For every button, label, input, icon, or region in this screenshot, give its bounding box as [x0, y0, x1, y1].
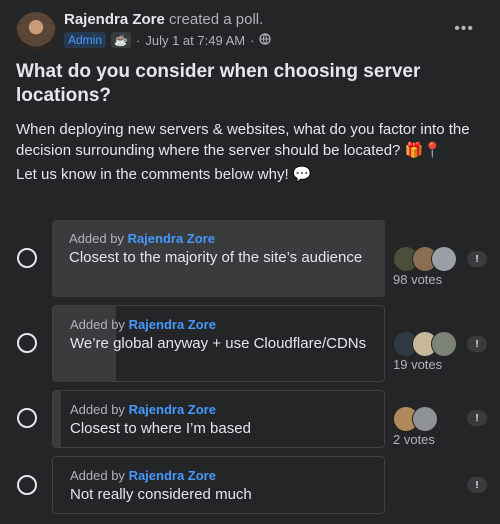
voter-avatar[interactable]: [412, 406, 438, 432]
coffee-cup-icon[interactable]: ☕: [111, 32, 132, 48]
vote-count[interactable]: 98 votes: [393, 272, 442, 287]
post-action: created a poll.: [169, 11, 264, 28]
added-by-name[interactable]: Rajendra Zore: [128, 231, 215, 246]
globe-icon: [259, 32, 272, 48]
info-icon[interactable]: !: [467, 410, 487, 426]
added-by-name[interactable]: Rajendra Zore: [129, 317, 216, 332]
meta-separator: ·: [136, 32, 141, 48]
poll-option: Added by Rajendra Zore Not really consid…: [0, 456, 500, 514]
added-by-name[interactable]: Rajendra Zore: [129, 468, 216, 483]
vote-bar: [53, 391, 61, 447]
option-label: Not really considered much: [70, 486, 252, 503]
option-label: Closest to where I’m based: [70, 420, 251, 437]
more-options-button[interactable]: •••: [454, 20, 474, 38]
option-box[interactable]: Added by Rajendra Zore Closest to the ma…: [52, 220, 385, 297]
option-box[interactable]: Added by Rajendra Zore We’re global anyw…: [52, 305, 385, 382]
post-header: Rajendra Zore created a poll.: [64, 11, 263, 28]
author-name[interactable]: Rajendra Zore: [64, 11, 165, 28]
added-by: Added by Rajendra Zore: [69, 231, 215, 246]
poll-description: When deploying new servers & websites, w…: [16, 121, 470, 159]
option-radio[interactable]: [17, 333, 37, 353]
added-by-name[interactable]: Rajendra Zore: [129, 402, 216, 417]
option-label: Closest to the majority of the site’s au…: [69, 249, 363, 266]
option-radio[interactable]: [17, 475, 37, 495]
option-box[interactable]: Added by Rajendra Zore Closest to where …: [52, 390, 385, 448]
info-icon[interactable]: !: [467, 477, 487, 493]
poll-option: Added by Rajendra Zore Closest to where …: [0, 390, 500, 448]
post-meta: Admin ☕ · July 1 at 7:49 AM ·: [64, 31, 272, 49]
vote-count[interactable]: 19 votes: [393, 357, 442, 372]
poll-title: What do you consider when choosing serve…: [16, 61, 421, 106]
poll-option: Added by Rajendra Zore Closest to the ma…: [0, 220, 500, 297]
option-radio[interactable]: [17, 248, 37, 268]
option-label: We’re global anyway + use Cloudflare/CDN…: [70, 335, 367, 352]
vote-count[interactable]: 2 votes: [393, 432, 435, 447]
poll-option: Added by Rajendra Zore We’re global anyw…: [0, 305, 500, 382]
post-timestamp[interactable]: July 1 at 7:49 AM: [145, 33, 245, 48]
option-box[interactable]: Added by Rajendra Zore Not really consid…: [52, 456, 385, 514]
voter-avatar[interactable]: [431, 246, 457, 272]
option-radio[interactable]: [17, 408, 37, 428]
added-by: Added by Rajendra Zore: [70, 402, 216, 417]
info-icon[interactable]: !: [467, 336, 487, 352]
added-by: Added by Rajendra Zore: [70, 468, 216, 483]
author-avatar[interactable]: [16, 12, 56, 52]
info-icon[interactable]: !: [467, 251, 487, 267]
voter-avatar[interactable]: [431, 331, 457, 357]
comment-prompt: Let us know in the comments below why! 💬: [16, 166, 312, 183]
admin-badge[interactable]: Admin: [64, 32, 107, 48]
added-by: Added by Rajendra Zore: [70, 317, 216, 332]
meta-separator: ·: [250, 32, 255, 48]
